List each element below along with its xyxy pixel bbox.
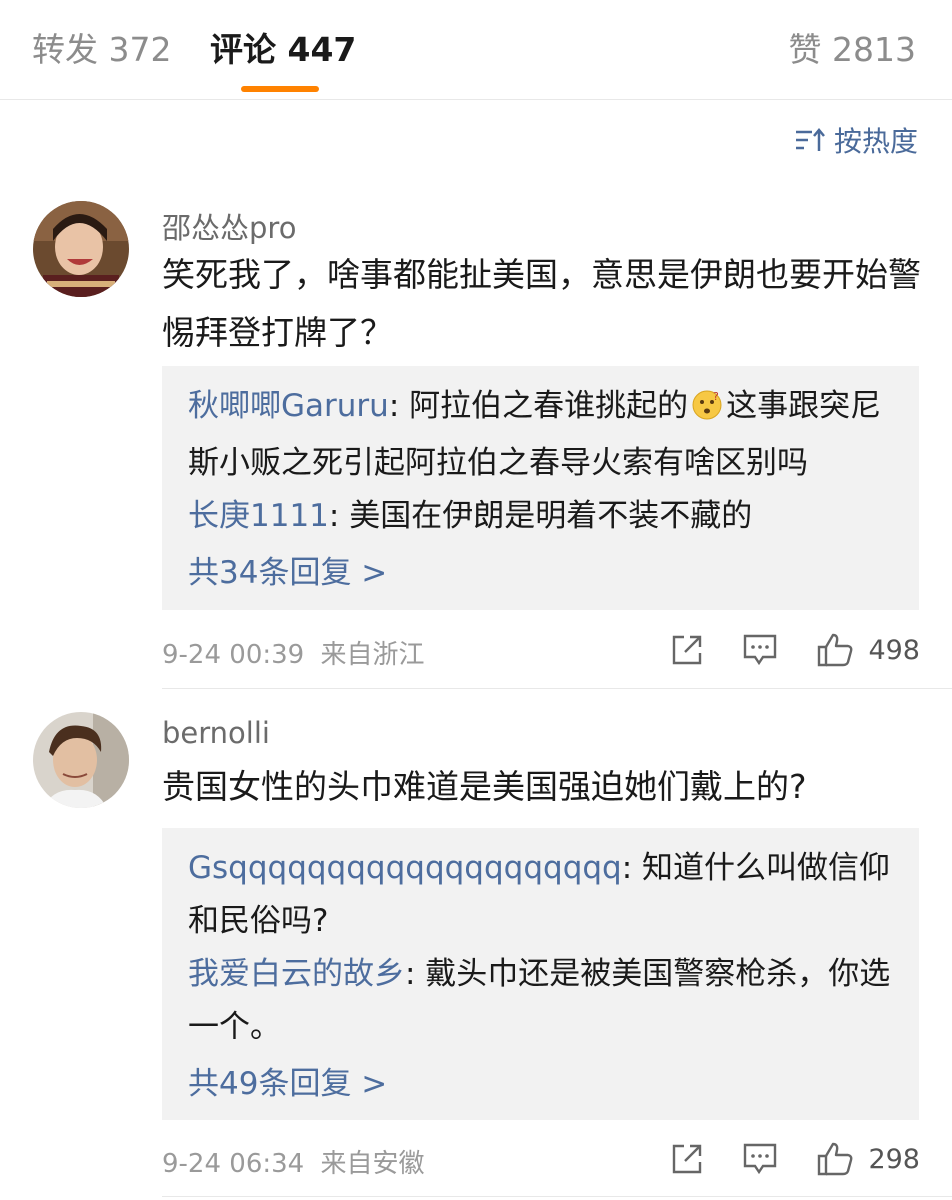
comment-location: 来自安徽 [320, 1149, 425, 1179]
reply-item: 长庚1111: 美国在伊朗是明着不装不藏的 [188, 490, 893, 543]
share-icon [673, 1144, 702, 1174]
sort-icon [795, 128, 825, 151]
reply-colon: : [405, 956, 426, 992]
reply-item: 我爱白云的故乡: 戴头巾还是被美国警察枪杀，你选一个。 [188, 948, 893, 1054]
comment-username[interactable]: 邵怂怂pro [162, 205, 296, 247]
reply-item: Gsqqqqqqqqqqqqqqqqqqqq: 知道什么叫做信仰和民俗吗? [188, 842, 893, 948]
tab-repost[interactable]: 转发 372 [32, 28, 171, 72]
reply-author[interactable]: 我爱白云的故乡 [188, 956, 405, 992]
comment-actions: 298 [670, 1139, 920, 1179]
sort-by-hot-button[interactable]: 按热度 [794, 120, 918, 160]
comment-location: 来自浙江 [320, 640, 425, 670]
reply-preview-box[interactable]: Gsqqqqqqqqqqqqqqqqqqqq: 知道什么叫做信仰和民俗吗? 我爱… [162, 828, 919, 1120]
thinking-face-icon: ? [692, 384, 722, 437]
comment-divider [162, 688, 952, 689]
share-button[interactable] [670, 633, 704, 667]
thumbs-up-icon [818, 1142, 853, 1176]
comment-actions: 498 [670, 630, 920, 670]
comment-meta: 9-24 06:34 来自安徽 [162, 1143, 424, 1180]
reply-author[interactable]: 长庚1111 [188, 498, 329, 534]
active-tab-indicator [241, 86, 319, 92]
comment-divider [162, 1196, 952, 1197]
reply-item: 秋唧唧Garuru: 阿拉伯之春谁挑起的 ? 这事跟突尼斯小贩之死引起阿拉伯之春… [188, 380, 893, 490]
reply-colon: : [621, 850, 643, 886]
svg-text:?: ? [713, 390, 719, 403]
like-button[interactable]: 298 [816, 1141, 920, 1177]
reply-author[interactable]: Gsqqqqqqqqqqqqqqqqqqqq [188, 850, 622, 886]
share-icon [673, 635, 702, 665]
sort-label: 按热度 [833, 125, 918, 158]
like-count: 498 [868, 634, 920, 666]
avatar[interactable] [33, 712, 129, 808]
comment-text: 贵国女性的头巾难道是美国强迫她们戴上的? [162, 767, 807, 806]
reply-button[interactable] [742, 633, 778, 667]
like-count: 298 [868, 1143, 920, 1175]
comment-meta: 9-24 00:39 来自浙江 [162, 634, 424, 671]
reply-preview-box[interactable]: 秋唧唧Garuru: 阿拉伯之春谁挑起的 ? 这事跟突尼斯小贩之死引起阿拉伯之春… [162, 366, 919, 610]
comment-username[interactable]: bernolli [162, 716, 270, 750]
tab-likes[interactable]: 赞 2813 [789, 28, 916, 72]
comment-timestamp: 9-24 06:34 [162, 1149, 305, 1179]
thumbs-up-icon [818, 633, 853, 667]
avatar[interactable] [33, 201, 129, 297]
reply-author[interactable]: 秋唧唧Garuru [188, 388, 389, 424]
like-button[interactable]: 498 [816, 632, 920, 668]
view-all-replies-link[interactable]: 共49条回复 > [188, 1058, 893, 1111]
view-all-replies-link[interactable]: 共34条回复 > [188, 547, 893, 600]
share-button[interactable] [670, 1142, 704, 1176]
reply-colon: : [388, 388, 410, 424]
tab-comments[interactable]: 评论 447 [210, 28, 356, 72]
comment-icon [744, 1143, 777, 1175]
comment-text: 笑死我了，啥事都能扯美国，意思是伊朗也要开始警惕拜登打牌了？ [162, 255, 921, 352]
comment-icon [744, 634, 777, 666]
comment-timestamp: 9-24 00:39 [162, 640, 305, 670]
reply-button[interactable] [742, 1142, 778, 1176]
reply-text: 美国在伊朗是明着不装不藏的 [349, 498, 753, 534]
reply-text: 阿拉伯之春谁挑起的 [409, 388, 689, 424]
comment-tab-bar: 转发 372 评论 447 赞 2813 [0, 0, 952, 100]
reply-colon: : [328, 498, 350, 534]
